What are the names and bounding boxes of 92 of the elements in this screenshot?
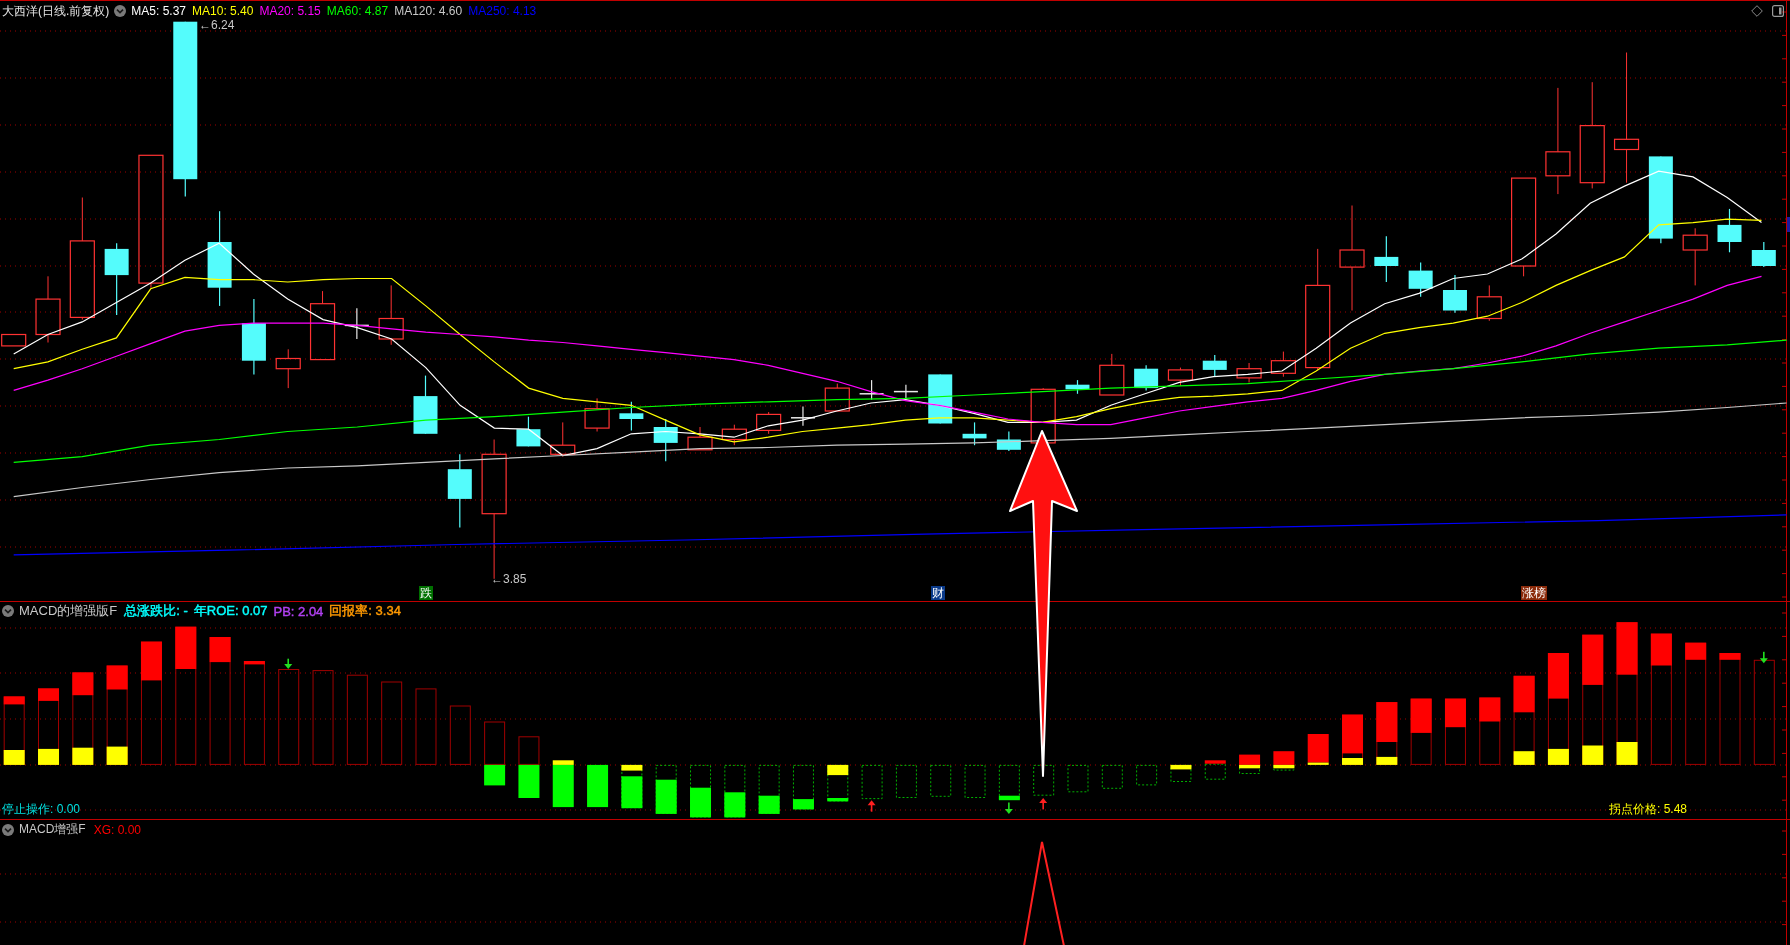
signal-tag: 涨榜 [1521,586,1547,600]
macd-bar [930,764,952,797]
panel-toggle-icon[interactable] [1772,5,1784,17]
candle [1134,364,1159,391]
candle [1408,262,1433,298]
candle [1236,362,1262,383]
price-label: ←3.85 [491,573,527,586]
macd-bar [1067,764,1089,793]
signal-tag: 财 [931,586,945,600]
candle [653,418,678,462]
candle [1202,354,1227,378]
moving-average-value: MA20: 5.15 [259,4,321,18]
macd-bar [587,764,609,808]
macd-bar [1273,751,1295,771]
candle [344,307,370,340]
candle [550,421,576,458]
macd-bar [1170,764,1192,782]
macd-bar [861,764,883,800]
candle [1270,351,1296,378]
candle [721,424,747,446]
price-marker [1787,217,1790,232]
candle [1167,367,1194,387]
macd-bar [758,764,780,814]
macd-bar [655,764,677,814]
candle [1442,274,1467,314]
diamond-icon[interactable] [1751,5,1763,17]
candle [858,379,885,401]
macd-bar [792,764,814,810]
moving-average-value: MA60: 4.87 [326,4,389,18]
macd-bar [998,764,1020,801]
candle [516,416,541,447]
indicator-value: 回报率: 3.34 [329,602,401,620]
indicator-value: 年ROE: 0.07 [193,602,268,620]
signal-tag: 跌 [419,586,433,600]
candle [1099,353,1125,396]
macd-bar [1101,764,1123,789]
macd-bar [1204,760,1226,780]
candle [584,397,610,432]
candle [1682,227,1708,286]
macd-bar [724,764,746,818]
candle [687,426,713,451]
up-arrow-icon [867,800,876,812]
macd-bar [690,764,711,818]
macd-bar [1033,764,1055,796]
chevron-down-icon[interactable] [2,605,14,617]
moving-average-value: MA10: 5.40 [192,4,254,18]
candle [1065,379,1090,395]
down-arrow-icon [284,658,293,669]
up-arrow-icon [1039,798,1048,810]
candle [893,384,919,401]
candle [756,411,782,435]
candle [309,290,336,361]
candle [378,284,404,346]
chevron-down-icon[interactable] [2,823,14,836]
candle [962,421,987,446]
macd-bar [964,764,986,798]
moving-average-value: MA5: 5.37 [131,4,187,18]
candle [996,430,1021,452]
macd-bar [1136,764,1158,786]
candle [824,383,850,412]
macd-bar [895,764,917,798]
stock-title: 大西洋(日线.前复权) [2,2,110,20]
candle [275,348,301,389]
macd-bar [621,764,643,809]
candle [928,373,953,425]
candle [790,405,816,427]
macd-bar [552,760,574,808]
chevron-down-icon[interactable] [114,5,127,17]
turning-price-value: 拐点价格: 5.48 [1608,800,1687,818]
down-arrow-icon [1004,802,1013,814]
macd-bar [1307,734,1329,765]
indicator-value: 总涨跌比: - [124,602,188,620]
moving-average-value: MA250: 4.13 [468,4,537,18]
down-arrow-icon [1759,651,1768,664]
candle [1717,208,1742,253]
candle [619,401,644,431]
candle [35,275,61,343]
indicator-title: MACD增强F [19,821,86,838]
candle [1751,241,1776,268]
price-label: ←6.24 [199,19,235,32]
candle [413,375,438,435]
indicator-value: PB: 2.04 [273,603,324,619]
macd-bar [1239,754,1261,774]
moving-average-value: MA120: 4.60 [394,4,463,18]
candle [1476,284,1502,322]
indicator-title: MACD的增强版F [19,602,118,620]
indicator-value: XG: 0.00 [93,822,142,837]
candle [1374,235,1399,283]
stop-signal-value: 停止操作: 0.00 [2,800,81,818]
candle [1030,387,1056,444]
macd-bar [827,764,849,802]
candle [1,333,27,347]
